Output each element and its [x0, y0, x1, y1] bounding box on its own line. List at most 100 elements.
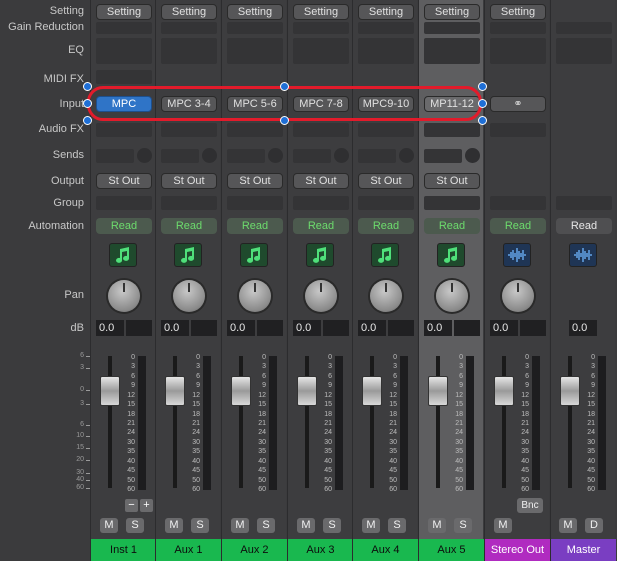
mute-button[interactable]: M: [494, 518, 512, 533]
solo-button[interactable]: S: [388, 518, 406, 533]
pan-knob[interactable]: [108, 280, 140, 312]
midi-fx-slot[interactable]: [96, 70, 152, 84]
pan-knob[interactable]: [305, 280, 337, 312]
output-button[interactable]: St Out: [227, 173, 283, 189]
audio-fx-slot[interactable]: [358, 123, 414, 137]
solo-button[interactable]: S: [126, 518, 144, 533]
volume-fader[interactable]: 0 3 6 9 12 15 18 21 24 30 35 40 45 50 60: [490, 352, 546, 493]
track-name[interactable]: Aux 5: [419, 539, 484, 561]
automation-mode-button[interactable]: Read: [161, 218, 217, 234]
setting-button[interactable]: Setting: [424, 4, 480, 20]
volume-fader[interactable]: 0 3 6 9 12 15 18 21 24 30 35 40 45 50 60: [424, 352, 480, 493]
dim-button[interactable]: D: [585, 518, 603, 533]
setting-button[interactable]: Setting: [490, 4, 546, 20]
send-level-knob[interactable]: [268, 148, 283, 163]
solo-button[interactable]: S: [454, 518, 472, 533]
volume-fader[interactable]: 0 3 6 9 12 15 18 21 24 30 35 40 45 50 60: [227, 352, 283, 493]
volume-fader[interactable]: 0 3 6 9 12 15 18 21 24 30 35 40 45 50 60: [96, 352, 152, 493]
volume-fader[interactable]: 0 3 6 9 12 15 18 21 24 30 35 40 45 50 60: [358, 352, 414, 493]
add-button[interactable]: +: [140, 499, 153, 512]
mute-button[interactable]: M: [100, 518, 118, 533]
mute-button[interactable]: M: [559, 518, 577, 533]
audio-fx-slot[interactable]: [490, 123, 546, 137]
automation-mode-button[interactable]: Read: [424, 218, 480, 234]
output-button[interactable]: St Out: [161, 173, 217, 189]
output-button[interactable]: St Out: [96, 173, 152, 189]
music-note-icon[interactable]: [109, 243, 137, 267]
group-slot[interactable]: [293, 196, 349, 210]
send-level-knob[interactable]: [465, 148, 480, 163]
group-slot[interactable]: [161, 196, 217, 210]
eq-thumbnail[interactable]: [293, 38, 349, 64]
selection-handle[interactable]: [478, 82, 487, 91]
send-level-knob[interactable]: [202, 148, 217, 163]
mute-button[interactable]: M: [165, 518, 183, 533]
volume-db-readout[interactable]: 0.0: [569, 320, 597, 336]
group-slot[interactable]: [227, 196, 283, 210]
volume-db-readout[interactable]: 0.0: [293, 320, 321, 336]
volume-db-readout[interactable]: 0.0: [424, 320, 452, 336]
track-name[interactable]: Master: [551, 539, 616, 561]
bounce-button[interactable]: Bnc: [517, 498, 543, 513]
fader-cap[interactable]: [560, 376, 580, 406]
music-note-icon[interactable]: [306, 243, 334, 267]
selection-handle[interactable]: [83, 116, 92, 125]
audio-fx-slot[interactable]: [293, 123, 349, 137]
mute-button[interactable]: M: [297, 518, 315, 533]
waveform-icon[interactable]: [569, 243, 597, 267]
send-slot[interactable]: [227, 149, 265, 163]
mute-button[interactable]: M: [362, 518, 380, 533]
pan-knob[interactable]: [370, 280, 402, 312]
track-name[interactable]: Inst 1: [91, 539, 156, 561]
music-note-icon[interactable]: [174, 243, 202, 267]
send-slot[interactable]: [161, 149, 199, 163]
solo-button[interactable]: S: [191, 518, 209, 533]
audio-fx-slot[interactable]: [96, 123, 152, 137]
send-level-knob[interactable]: [137, 148, 152, 163]
group-slot[interactable]: [358, 196, 414, 210]
music-note-icon[interactable]: [240, 243, 268, 267]
pan-knob[interactable]: [436, 280, 468, 312]
group-slot[interactable]: [556, 196, 612, 210]
volume-fader[interactable]: 0 3 6 9 12 15 18 21 24 30 35 40 45 50 60: [161, 352, 217, 493]
group-slot[interactable]: [96, 196, 152, 210]
eq-thumbnail[interactable]: [358, 38, 414, 64]
eq-thumbnail[interactable]: [490, 38, 546, 64]
selection-handle[interactable]: [83, 82, 92, 91]
automation-mode-button[interactable]: Read: [227, 218, 283, 234]
track-name[interactable]: Aux 4: [353, 539, 418, 561]
fader-cap[interactable]: [231, 376, 251, 406]
fader-cap[interactable]: [362, 376, 382, 406]
music-note-icon[interactable]: [371, 243, 399, 267]
selection-handle[interactable]: [280, 116, 289, 125]
send-slot[interactable]: [358, 149, 396, 163]
selection-handle[interactable]: [478, 99, 487, 108]
track-name[interactable]: Stereo Out: [485, 539, 550, 561]
track-name[interactable]: Aux 1: [156, 539, 221, 561]
send-slot[interactable]: [96, 149, 134, 163]
audio-fx-slot[interactable]: [161, 123, 217, 137]
solo-button[interactable]: S: [257, 518, 275, 533]
eq-thumbnail[interactable]: [161, 38, 217, 64]
mute-button[interactable]: M: [231, 518, 249, 533]
eq-thumbnail[interactable]: [96, 38, 152, 64]
group-slot[interactable]: [424, 196, 480, 210]
track-name[interactable]: Aux 3: [288, 539, 353, 561]
automation-mode-button[interactable]: Read: [293, 218, 349, 234]
volume-db-readout[interactable]: 0.0: [358, 320, 386, 336]
stereo-link-button[interactable]: ⚭: [490, 96, 546, 112]
pan-knob[interactable]: [502, 280, 534, 312]
automation-mode-button[interactable]: Read: [96, 218, 152, 234]
output-button[interactable]: St Out: [358, 173, 414, 189]
send-level-knob[interactable]: [334, 148, 349, 163]
solo-button[interactable]: S: [323, 518, 341, 533]
setting-button[interactable]: Setting: [161, 4, 217, 20]
eq-thumbnail[interactable]: [556, 38, 612, 64]
send-slot[interactable]: [293, 149, 331, 163]
automation-mode-button[interactable]: Read: [490, 218, 546, 234]
setting-button[interactable]: Setting: [293, 4, 349, 20]
output-button[interactable]: St Out: [424, 173, 480, 189]
volume-db-readout[interactable]: 0.0: [161, 320, 189, 336]
eq-thumbnail[interactable]: [227, 38, 283, 64]
fader-cap[interactable]: [428, 376, 448, 406]
